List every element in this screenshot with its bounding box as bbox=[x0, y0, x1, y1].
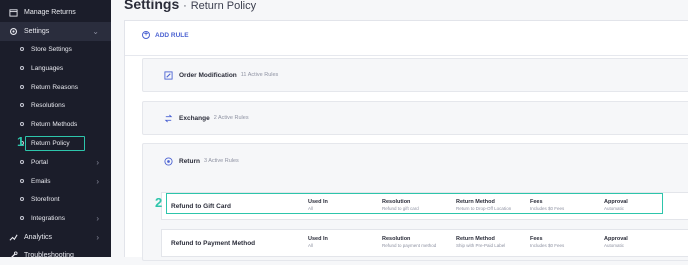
col-header: Fees bbox=[530, 236, 543, 242]
sidebar-item-troubleshooting[interactable]: Troubleshooting bbox=[0, 246, 111, 265]
rule-used-in: Used In All bbox=[308, 236, 328, 248]
bullet-icon bbox=[20, 66, 24, 70]
divider bbox=[125, 55, 688, 56]
sidebar-item-label: Portal bbox=[31, 158, 48, 166]
section-exchange[interactable]: Exchange 2 Active Rules bbox=[142, 101, 688, 135]
section-count: 2 Active Rules bbox=[213, 115, 249, 121]
sidebar-item-label: Emails bbox=[31, 177, 51, 185]
chevron-down-icon: ⌄ bbox=[92, 27, 99, 36]
sidebar-item-store-settings[interactable]: Store Settings bbox=[0, 40, 111, 58]
section-count: 11 Active Rules bbox=[240, 72, 279, 78]
title-separator: · bbox=[183, 0, 187, 12]
sidebar-item-label: Integrations bbox=[31, 214, 65, 222]
col-header: Return Method bbox=[456, 236, 495, 242]
section-return-header[interactable]: Return 3 Active Rules bbox=[143, 144, 239, 178]
col-value: Refund to payment method bbox=[382, 243, 437, 248]
section-count: 3 Active Rules bbox=[203, 158, 239, 164]
bullet-icon bbox=[20, 160, 24, 164]
section-order-modification[interactable]: Order Modification 11 Active Rules bbox=[142, 58, 688, 92]
exchange-icon bbox=[163, 113, 173, 123]
chevron-right-icon: › bbox=[96, 176, 99, 186]
wrench-icon bbox=[8, 251, 18, 261]
sidebar-item-label: Resolutions bbox=[31, 101, 65, 109]
step-1-marker: 1 bbox=[17, 134, 25, 149]
col-value: Ship with Pre-Paid Label bbox=[456, 243, 506, 248]
step-2-marker: 2 bbox=[155, 195, 163, 210]
package-icon bbox=[8, 8, 18, 18]
sidebar-item-label: Return Reasons bbox=[31, 83, 78, 91]
sidebar-item-label: Store Settings bbox=[31, 45, 72, 53]
bullet-icon bbox=[20, 103, 24, 107]
section-name: Order Modification bbox=[179, 71, 237, 79]
return-icon bbox=[163, 156, 173, 166]
bullet-icon bbox=[20, 197, 24, 201]
sidebar-item-settings[interactable]: Settings ⌄ bbox=[0, 22, 111, 41]
sidebar-item-label: Languages bbox=[31, 64, 64, 72]
sidebar: Manage Returns Settings ⌄ Store Settings… bbox=[0, 0, 111, 259]
add-rule-button[interactable]: + ADD RULE bbox=[142, 31, 189, 39]
chevron-right-icon: › bbox=[96, 213, 99, 223]
rule-approval: Approval Automatic bbox=[604, 236, 628, 248]
rule-row-payment-method[interactable]: Refund to Payment Method Used In All Reso… bbox=[161, 229, 688, 257]
plus-icon: + bbox=[142, 31, 150, 39]
add-rule-label: ADD RULE bbox=[155, 31, 189, 39]
chevron-right-icon: › bbox=[96, 233, 99, 242]
edit-icon bbox=[163, 70, 173, 80]
bullet-icon bbox=[20, 179, 24, 183]
gear-icon bbox=[8, 27, 18, 37]
section-name: Return bbox=[179, 157, 200, 165]
rule-resolution: Resolution Refund to payment method bbox=[382, 236, 436, 248]
sidebar-item-resolutions[interactable]: Resolutions bbox=[0, 96, 111, 114]
page-title: Settings · Return Policy bbox=[124, 0, 256, 12]
col-value: Automatic bbox=[604, 243, 625, 248]
col-header: Used In bbox=[308, 236, 328, 242]
policy-card: + ADD RULE Order Modification 11 Active … bbox=[124, 20, 688, 261]
rule-fees: Fees Includes $0 Fees bbox=[530, 236, 564, 248]
col-header: Approval bbox=[604, 236, 628, 242]
sidebar-item-manage-returns[interactable]: Manage Returns bbox=[0, 3, 111, 22]
col-value: All bbox=[308, 243, 314, 248]
main-content: Settings · Return Policy + ADD RULE Orde… bbox=[111, 0, 688, 261]
sidebar-item-label: Storefront bbox=[31, 195, 60, 203]
gift-card-rule-highlight bbox=[166, 193, 663, 214]
chart-icon bbox=[8, 233, 18, 243]
sidebar-item-emails[interactable]: Emails › bbox=[0, 172, 111, 190]
sidebar-item-label: Manage Returns bbox=[24, 9, 76, 16]
sidebar-item-label: Troubleshooting bbox=[24, 252, 74, 259]
bullet-icon bbox=[20, 216, 24, 220]
sidebar-item-portal[interactable]: Portal › bbox=[0, 153, 111, 171]
sidebar-item-return-reasons[interactable]: Return Reasons bbox=[0, 78, 111, 96]
bullet-icon bbox=[20, 122, 24, 126]
sidebar-item-label: Settings bbox=[24, 28, 50, 35]
sidebar-item-return-methods[interactable]: Return Methods bbox=[0, 115, 111, 133]
return-policy-highlight bbox=[25, 136, 85, 151]
page-title-main: Settings bbox=[124, 0, 180, 12]
sidebar-item-languages[interactable]: Languages bbox=[0, 59, 111, 77]
sidebar-item-analytics[interactable]: Analytics › bbox=[0, 228, 111, 247]
sidebar-item-label: Return Methods bbox=[31, 120, 78, 128]
page-subtitle: Return Policy bbox=[190, 0, 257, 12]
col-header: Resolution bbox=[382, 236, 411, 242]
chevron-right-icon: › bbox=[96, 157, 99, 167]
sidebar-item-storefront[interactable]: Storefront bbox=[0, 190, 111, 208]
rule-method: Return Method Ship with Pre-Paid Label bbox=[456, 236, 505, 248]
col-value: Includes $0 Fees bbox=[530, 243, 565, 248]
sidebar-item-integrations[interactable]: Integrations › bbox=[0, 209, 111, 227]
bullet-icon bbox=[20, 85, 24, 89]
bullet-icon bbox=[20, 47, 24, 51]
sidebar-item-label: Analytics bbox=[24, 234, 53, 241]
rule-name: Refund to Payment Method bbox=[171, 239, 256, 247]
section-name: Exchange bbox=[179, 114, 210, 122]
